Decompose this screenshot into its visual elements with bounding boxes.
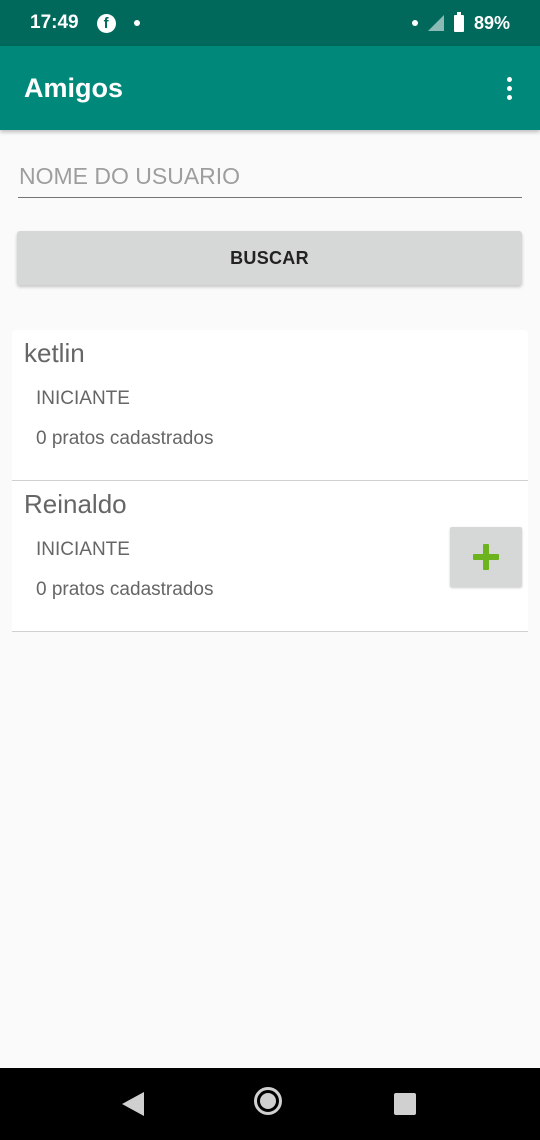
friend-level: INICIANTE: [36, 388, 130, 409]
status-bar: 17:49 f 89%: [0, 0, 540, 46]
add-friend-button[interactable]: [450, 527, 522, 587]
status-time: 17:49: [30, 12, 79, 33]
recents-icon[interactable]: [394, 1093, 416, 1115]
username-search-input[interactable]: [18, 156, 522, 198]
status-bar-right: 89%: [411, 11, 510, 34]
battery-percent: 89%: [473, 12, 510, 33]
notification-dot-icon: [411, 20, 418, 26]
more-dot: [507, 85, 512, 91]
more-dot: [507, 94, 512, 100]
notification-dot-icon: [133, 20, 140, 26]
plus-icon: [473, 544, 499, 570]
friend-dish-count: 0 pratos cadastrados: [36, 428, 214, 449]
back-icon[interactable]: [122, 1092, 144, 1116]
friend-list: ketlin INICIANTE 0 pratos cadastrados Re…: [12, 330, 528, 632]
friend-card-ketlin[interactable]: ketlin INICIANTE 0 pratos cadastrados: [12, 330, 528, 481]
friend-card-reinaldo[interactable]: Reinaldo INICIANTE 0 pratos cadastrados: [12, 481, 528, 632]
friend-name: Reinaldo: [24, 489, 127, 519]
buscar-button[interactable]: BUSCAR: [17, 231, 522, 285]
status-bar-left: 17:49 f: [30, 12, 140, 34]
page-title: Amigos: [24, 72, 124, 103]
signal-icon: [427, 15, 444, 31]
more-vert-icon[interactable]: [503, 73, 516, 104]
facebook-icon: f: [96, 13, 116, 33]
more-dot: [507, 76, 512, 82]
battery-icon: [453, 11, 464, 32]
navigation-bar: [0, 1068, 540, 1140]
friend-name: ketlin: [24, 338, 85, 368]
home-icon[interactable]: [254, 1087, 282, 1115]
app-bar: Amigos: [0, 46, 540, 130]
friend-dish-count: 0 pratos cadastrados: [36, 579, 214, 600]
friend-level: INICIANTE: [36, 539, 130, 560]
